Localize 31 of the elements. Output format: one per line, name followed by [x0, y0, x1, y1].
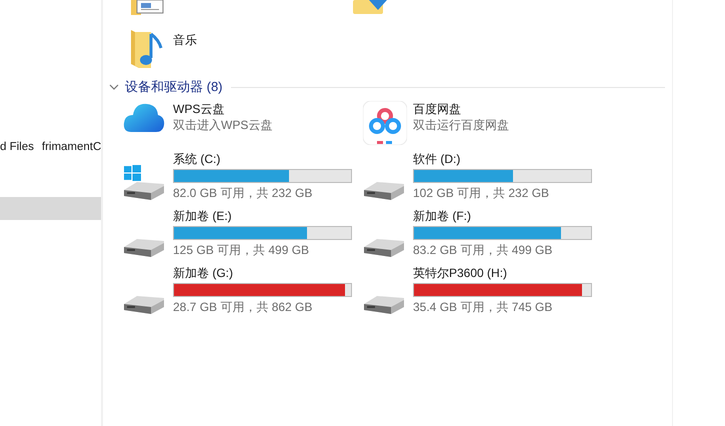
folder-name: 音乐: [173, 32, 197, 48]
item-detail: 102 GB 可用，共 232 GB: [413, 185, 550, 201]
drive-icon: [363, 296, 405, 314]
section-title[interactable]: 设备和驱动器 (8): [125, 77, 222, 97]
chevron-icon[interactable]: [109, 83, 119, 91]
file-name: frimamentC: [42, 140, 101, 155]
item-name: 软件 (D:): [413, 151, 462, 167]
item-name: 新加卷 (F:): [413, 208, 472, 224]
item-detail: 双击进入WPS云盘: [173, 117, 272, 133]
drive-icon: [123, 296, 165, 314]
drive-icon: [363, 182, 405, 200]
file-name: d Files: [0, 140, 34, 155]
item-detail: 35.4 GB 可用，共 745 GB: [413, 299, 554, 315]
drive-icon: [123, 239, 165, 257]
item-detail: 125 GB 可用，共 499 GB: [173, 242, 310, 258]
item-detail: 82.0 GB 可用，共 232 GB: [173, 185, 314, 201]
item-name: 系统 (C:): [173, 151, 222, 167]
cloud-icon: [123, 101, 165, 133]
drive-icon: [363, 239, 405, 257]
item-name: 新加卷 (G:): [173, 265, 234, 281]
item-detail: 双击运行百度网盘: [413, 117, 509, 133]
item-name: 新加卷 (E:): [173, 208, 233, 224]
item-name: 英特尔P3600 (H:): [413, 265, 508, 281]
item-name: WPS云盘: [173, 101, 226, 117]
app-icon: [363, 101, 407, 145]
item-detail: 83.2 GB 可用，共 499 GB: [413, 242, 554, 258]
windows-logo-icon: [124, 165, 141, 181]
drive-icon: [123, 182, 165, 200]
item-detail: 28.7 GB 可用，共 862 GB: [173, 299, 314, 315]
item-name: 百度网盘: [413, 101, 462, 117]
music-folder-icon: [129, 28, 165, 70]
